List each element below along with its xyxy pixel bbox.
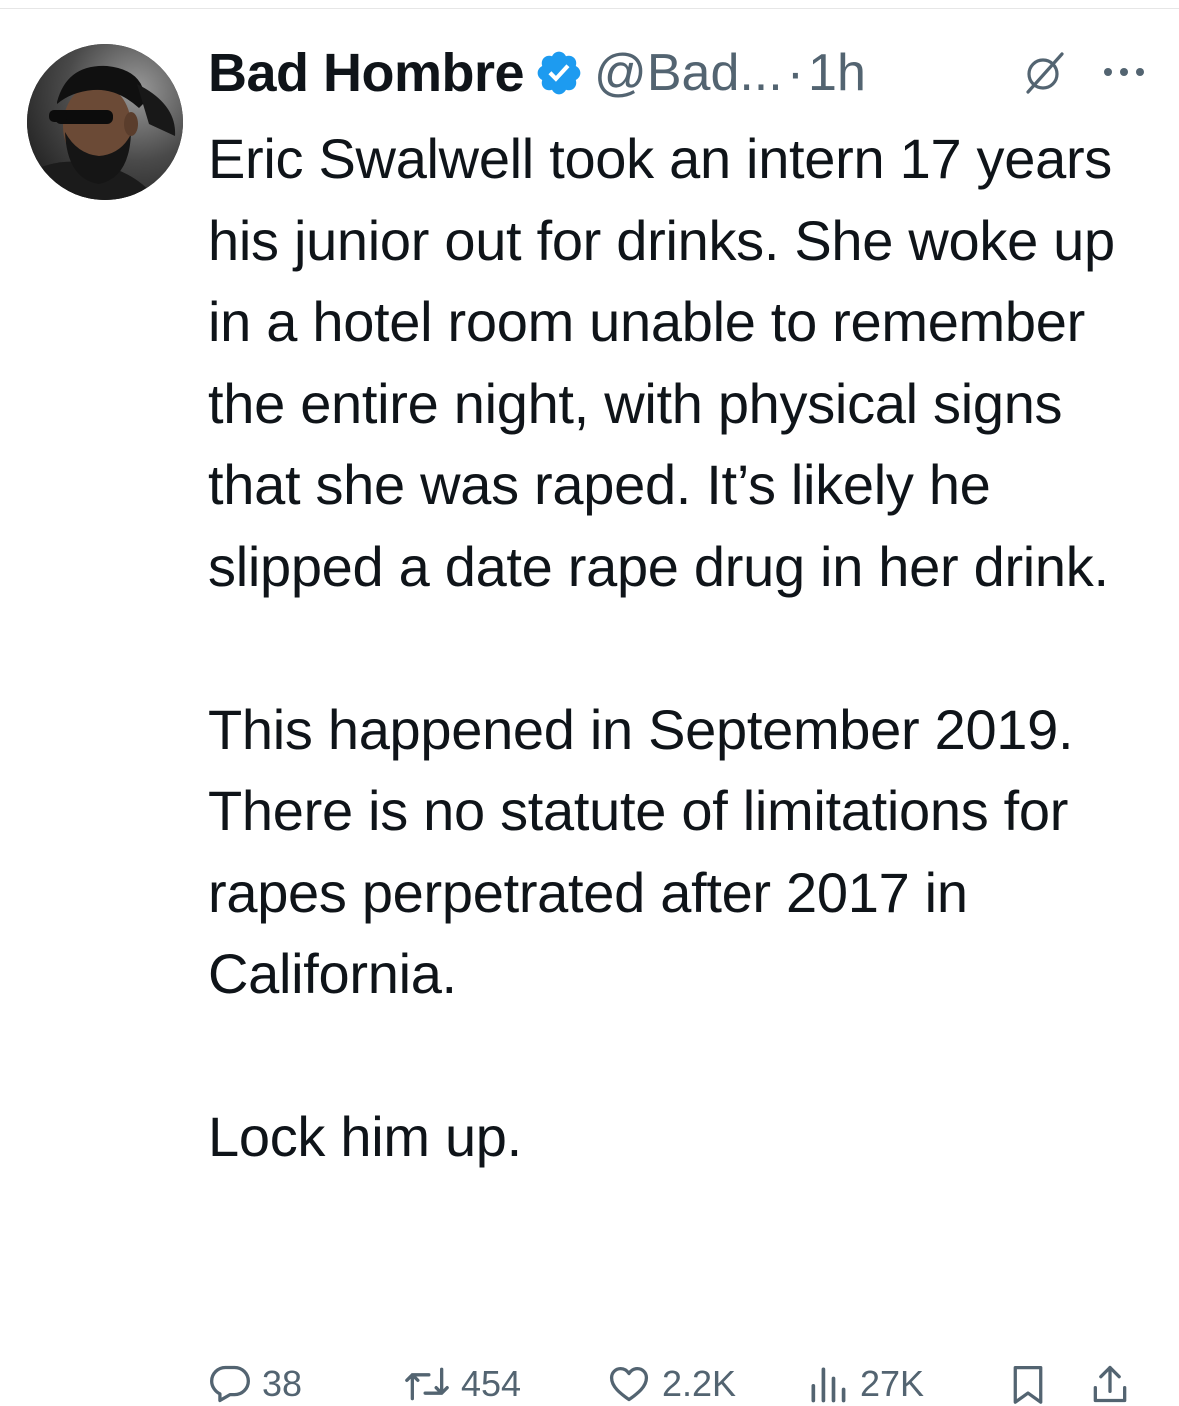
like-button[interactable]: 2.2K [606, 1362, 736, 1406]
reply-count: 38 [262, 1363, 303, 1404]
share-button[interactable] [1088, 1362, 1132, 1406]
tweet-paragraph-2: This happened in September 2019. There i… [208, 697, 1074, 1006]
author-handle[interactable]: @Bad... [594, 43, 783, 103]
tweet-paragraph-3: Lock him up. [208, 1105, 522, 1168]
grok-icon[interactable] [1022, 50, 1068, 96]
bookmark-button[interactable] [1008, 1362, 1048, 1406]
repost-icon [405, 1367, 449, 1401]
tweet-paragraph-1: Eric Swalwell took an intern 17 years hi… [208, 127, 1115, 598]
views-button[interactable]: 27K [806, 1362, 924, 1406]
repost-button[interactable]: 454 [403, 1362, 521, 1406]
top-divider [0, 0, 1179, 9]
verified-badge-icon [534, 48, 584, 98]
like-count: 2.2K [662, 1363, 737, 1404]
tweet-actions: 38 454 2.2K 27K [208, 1352, 1158, 1404]
reply-button[interactable]: 38 [208, 1362, 302, 1406]
repost-count: 454 [461, 1363, 522, 1404]
tweet-text: Eric Swalwell took an intern 17 years hi… [208, 118, 1158, 1178]
views-count: 27K [860, 1363, 925, 1404]
tweet-header: Bad Hombre @Bad... · 1h [208, 38, 1158, 108]
timestamp[interactable]: 1h [808, 43, 866, 103]
reply-icon [210, 1365, 250, 1403]
avatar[interactable] [27, 44, 183, 200]
author-display-name[interactable]: Bad Hombre [208, 42, 525, 104]
bookmark-icon [1013, 1366, 1043, 1404]
avatar-image [27, 44, 183, 200]
views-chart-icon [811, 1367, 846, 1403]
separator-dot: · [786, 44, 805, 102]
share-icon [1093, 1365, 1127, 1403]
heart-icon [609, 1366, 649, 1402]
more-options-icon[interactable] [1100, 62, 1148, 82]
